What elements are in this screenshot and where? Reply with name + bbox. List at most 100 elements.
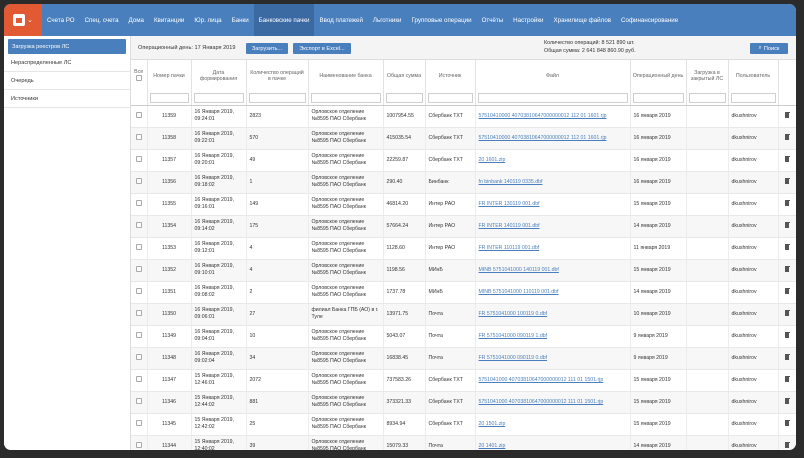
row-checkbox[interactable] — [135, 199, 142, 206]
table-row[interactable]: 11356 16 Января 2019, 09:18:02 1 Орловское … — [131, 171, 796, 194]
table-row[interactable]: 11352 16 Января 2019, 09:10:01 4 Орловское … — [131, 259, 796, 282]
trash-icon[interactable] — [784, 199, 790, 206]
trash-icon[interactable] — [784, 309, 790, 316]
column-filter-input[interactable] — [730, 93, 776, 104]
row-checkbox[interactable] — [135, 441, 142, 448]
trash-icon[interactable] — [784, 265, 790, 272]
row-checkbox[interactable] — [135, 221, 142, 228]
column-filter-input[interactable] — [427, 93, 473, 104]
row-checkbox[interactable] — [135, 353, 142, 360]
row-checkbox[interactable] — [135, 111, 142, 118]
table-row[interactable]: 11350 16 Января 2019, 09:06:01 27 филиал Ба… — [131, 303, 796, 326]
sidebar-item[interactable]: Очередь — [4, 72, 130, 90]
trash-icon[interactable] — [784, 177, 790, 184]
sidebar-item[interactable]: Загрузка реестров ЛС — [8, 39, 126, 54]
row-checkbox[interactable] — [135, 265, 142, 272]
column-header[interactable]: Операционный день — [630, 60, 687, 92]
file-link[interactable]: FR 5751041000 100119 0.dbf — [479, 311, 548, 317]
column-filter-input[interactable] — [310, 93, 381, 104]
row-checkbox[interactable] — [135, 177, 142, 184]
table-row[interactable]: 11355 16 Января 2019, 09:16:01 149 Орловско… — [131, 193, 796, 216]
table-row[interactable]: 11346 15 Января 2019, 12:44:02 881 Орловско… — [131, 391, 796, 414]
row-checkbox[interactable] — [135, 375, 142, 382]
file-link[interactable]: FR INTER 130119 001.dbf — [479, 201, 540, 207]
nav-item[interactable]: Хранилище файлов — [549, 4, 617, 36]
trash-icon[interactable] — [784, 397, 790, 404]
nav-item[interactable]: Спец. счета — [80, 4, 124, 36]
file-link[interactable]: 20 1601.zip — [479, 157, 506, 163]
file-link[interactable]: fn binbank 140119 0335.dbf — [479, 179, 543, 185]
trash-icon[interactable] — [784, 353, 790, 360]
column-header[interactable]: Количество операций в пачке — [246, 60, 309, 92]
nav-item[interactable]: Банковские пачки — [253, 4, 315, 36]
nav-item[interactable]: Счета РО — [42, 4, 80, 36]
column-header[interactable]: Файл — [475, 60, 631, 92]
row-checkbox[interactable] — [135, 309, 142, 316]
nav-item[interactable]: Квитанции — [149, 4, 189, 36]
column-header[interactable]: Общая сумма — [383, 60, 426, 92]
nav-item[interactable]: Банки — [227, 4, 254, 36]
row-checkbox[interactable] — [135, 397, 142, 404]
column-filter-input[interactable] — [385, 93, 423, 104]
table-row[interactable]: 11349 16 Января 2019, 09:04:01 10 Орловское… — [131, 325, 796, 348]
row-checkbox[interactable] — [135, 243, 142, 250]
column-filter-input[interactable] — [193, 93, 244, 104]
sidebar-item[interactable]: Нераспределенные ЛС — [4, 54, 130, 72]
column-filter-input[interactable] — [248, 93, 306, 104]
search-button[interactable]: ⌕ Поиск — [750, 43, 788, 54]
row-checkbox[interactable] — [135, 155, 142, 162]
table-row[interactable]: 11348 16 Января 2019, 09:02:04 34 Орловское… — [131, 347, 796, 370]
trash-icon[interactable] — [784, 221, 790, 228]
file-link[interactable]: 5751041000 40703810647000000012 111 01 1… — [479, 377, 604, 383]
file-link[interactable]: FR 5751041000 090119 1.dbf — [479, 333, 548, 339]
row-checkbox[interactable] — [135, 133, 142, 140]
trash-icon[interactable] — [784, 287, 790, 294]
table-row[interactable]: 11359 16 Января 2019, 09:24:01 2823 Орловск… — [131, 105, 796, 128]
column-filter-input[interactable] — [632, 93, 684, 104]
trash-icon[interactable] — [784, 243, 790, 250]
column-header[interactable]: Пользователь — [728, 60, 779, 92]
column-filter-input[interactable] — [688, 93, 726, 104]
column-header[interactable]: Наименование банка — [308, 60, 384, 92]
table-row[interactable]: 11358 16 Января 2019, 09:22:01 570 Орловско… — [131, 127, 796, 150]
trash-icon[interactable] — [784, 331, 790, 338]
column-header[interactable]: Загрузка в закрытый ЛС — [686, 60, 729, 92]
nav-item[interactable]: Льготники — [368, 4, 407, 36]
row-checkbox[interactable] — [135, 331, 142, 338]
nav-item[interactable]: Софинансирование — [616, 4, 683, 36]
column-header[interactable]: Номер пачки — [147, 60, 192, 92]
file-link[interactable]: 20 1401.zip — [479, 443, 506, 449]
column-header[interactable]: Источник — [425, 60, 476, 92]
load-button[interactable]: Загрузить... — [246, 43, 288, 54]
table-row[interactable]: 11344 15 Января 2019, 12:40:02 39 Орловское… — [131, 435, 796, 450]
table-row[interactable]: 11351 16 Января 2019, 09:08:02 2 Орловское … — [131, 281, 796, 304]
table-row[interactable]: 11347 15 Января 2019, 12:46:01 2072 Орловск… — [131, 369, 796, 392]
column-filter-input[interactable] — [149, 93, 189, 104]
trash-icon[interactable] — [784, 155, 790, 162]
nav-item[interactable]: Групповые операции — [407, 4, 477, 36]
select-all-checkbox[interactable] — [135, 75, 142, 81]
trash-icon[interactable] — [784, 419, 790, 426]
export-excel-button[interactable]: Экспорт в Excel... — [293, 43, 351, 54]
row-checkbox[interactable] — [135, 287, 142, 294]
nav-item[interactable]: Отчёты — [477, 4, 509, 36]
column-header[interactable]: Все — [131, 60, 148, 92]
table-row[interactable]: 11354 16 Января 2019, 09:14:02 175 Орловско… — [131, 215, 796, 238]
file-link[interactable]: FR 5751041000 090119 0.dbf — [479, 355, 548, 361]
table-row[interactable]: 11357 16 Января 2019, 09:20:01 49 Орловское… — [131, 149, 796, 172]
trash-icon[interactable] — [784, 375, 790, 382]
row-checkbox[interactable] — [135, 419, 142, 426]
file-link[interactable]: FR INTER 140119 001.dbf — [479, 223, 540, 229]
file-link[interactable]: 20 1501.zip — [479, 421, 506, 427]
nav-item[interactable]: Дома — [124, 4, 149, 36]
table-row[interactable]: 11353 16 Января 2019, 09:12:01 4 Орловское … — [131, 237, 796, 260]
file-link[interactable]: 57510410000 40703810647000000012 112 01 … — [479, 135, 607, 141]
column-filter-input[interactable] — [477, 93, 628, 104]
table-row[interactable]: 11345 15 Января 2019, 12:42:02 25 Орловское… — [131, 413, 796, 436]
nav-item[interactable]: Настройки — [508, 4, 548, 36]
nav-item[interactable]: Ввод платежей — [314, 4, 367, 36]
trash-icon[interactable] — [784, 133, 790, 140]
trash-icon[interactable] — [784, 111, 790, 118]
sidebar-item[interactable]: Источники — [4, 90, 130, 108]
trash-icon[interactable] — [784, 441, 790, 448]
